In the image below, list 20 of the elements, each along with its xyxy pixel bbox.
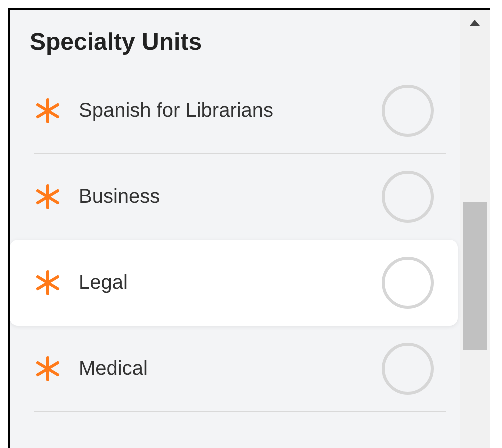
- asterisk-icon: [36, 184, 60, 210]
- asterisk-icon: [36, 98, 60, 124]
- unit-label: Spanish for Librarians: [79, 99, 274, 124]
- unit-row[interactable]: Medical: [10, 326, 458, 412]
- asterisk-icon: [36, 270, 60, 296]
- unit-label: Business: [79, 185, 160, 210]
- unit-row[interactable]: Spanish for Librarians: [10, 68, 458, 154]
- section-title: Specialty Units: [30, 28, 202, 58]
- radio-button[interactable]: [382, 171, 434, 223]
- radio-button[interactable]: [382, 343, 434, 395]
- scrollbar[interactable]: [460, 10, 490, 448]
- unit-row[interactable]: Legal: [10, 240, 458, 326]
- unit-row[interactable]: Business: [10, 154, 458, 240]
- radio-button[interactable]: [382, 85, 434, 137]
- asterisk-icon: [36, 356, 60, 382]
- scroll-up-icon[interactable]: [470, 20, 480, 26]
- scrollbar-thumb[interactable]: [463, 202, 487, 350]
- unit-label: Legal: [79, 271, 128, 296]
- unit-label: Medical: [79, 357, 148, 382]
- radio-button[interactable]: [382, 257, 434, 309]
